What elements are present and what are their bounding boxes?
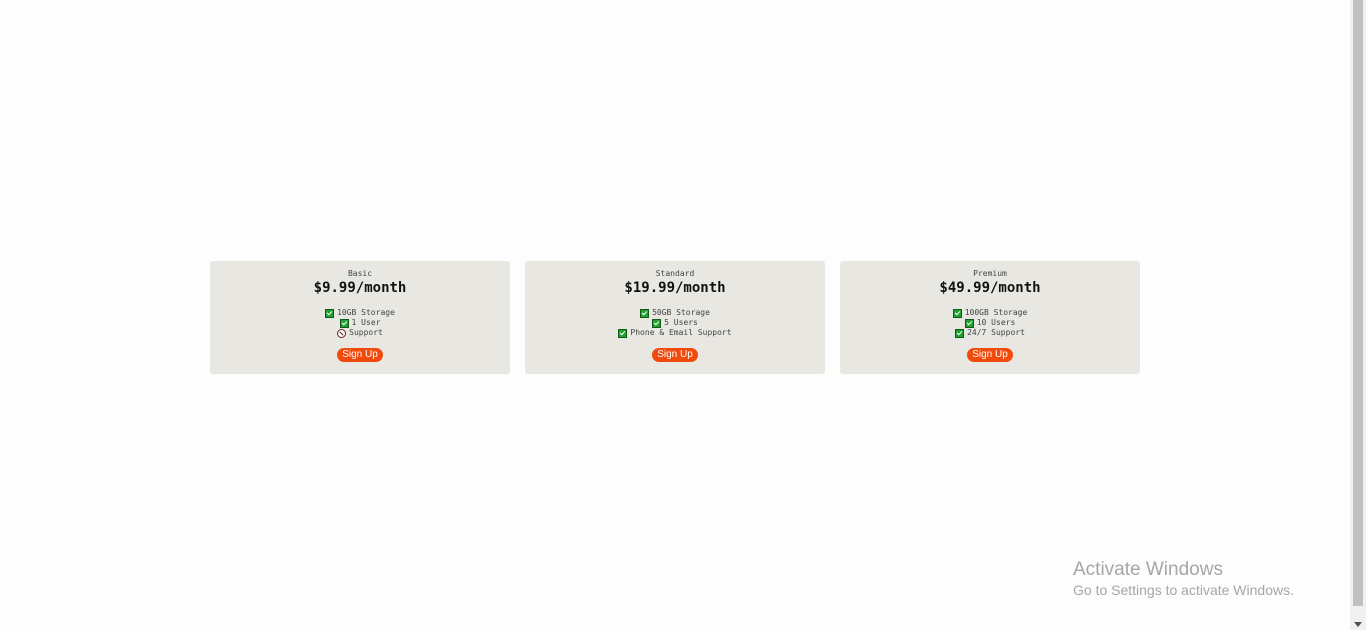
plan-name: Basic xyxy=(347,269,373,278)
check-icon xyxy=(325,308,335,318)
feature-item: Support xyxy=(210,328,510,338)
feature-item: 5 Users xyxy=(525,318,825,328)
check-icon xyxy=(339,318,349,328)
feature-list: 50GB Storage 5 Users Phone & Email Suppo… xyxy=(525,308,825,338)
feature-item: 1 User xyxy=(210,318,510,328)
check-icon xyxy=(652,318,662,328)
activate-windows-watermark: Activate Windows Go to Settings to activ… xyxy=(1073,558,1294,599)
feature-label: 100GB Storage xyxy=(964,308,1028,317)
check-icon xyxy=(964,318,974,328)
feature-item: 10 Users xyxy=(840,318,1140,328)
check-icon xyxy=(955,328,965,338)
scrollbar-thumb[interactable] xyxy=(1353,0,1363,606)
plan-name: Standard xyxy=(655,269,695,278)
feature-label: 10 Users xyxy=(976,318,1016,327)
page: Basic $9.99/month 10GB Storage 1 User Su… xyxy=(0,0,1366,630)
feature-label: 10GB Storage xyxy=(337,308,395,317)
plan-price: $9.99/month xyxy=(313,280,407,296)
feature-item: 24/7 Support xyxy=(840,328,1140,338)
feature-item: 10GB Storage xyxy=(210,308,510,318)
feature-label: 24/7 Support xyxy=(967,328,1025,337)
pricing-cards: Basic $9.99/month 10GB Storage 1 User Su… xyxy=(210,261,1140,374)
plan-price: $19.99/month xyxy=(624,280,726,296)
sign-up-button[interactable]: Sign Up xyxy=(967,348,1013,362)
sign-up-button[interactable]: Sign Up xyxy=(652,348,698,362)
feature-list: 10GB Storage 1 User Support xyxy=(210,308,510,338)
check-icon xyxy=(952,308,962,318)
feature-item: 100GB Storage xyxy=(840,308,1140,318)
scroll-down-arrow-icon[interactable] xyxy=(1354,622,1362,627)
feature-label: 5 Users xyxy=(664,318,698,327)
feature-label: Support xyxy=(349,328,383,337)
feature-label: Phone & Email Support xyxy=(630,328,732,337)
plan-name: Premium xyxy=(973,269,1007,278)
feature-label: 1 User xyxy=(351,318,381,327)
feature-list: 100GB Storage 10 Users 24/7 Support xyxy=(840,308,1140,338)
watermark-subtitle: Go to Settings to activate Windows. xyxy=(1073,582,1294,598)
feature-item: 50GB Storage xyxy=(525,308,825,318)
feature-label: 50GB Storage xyxy=(652,308,710,317)
plan-price: $49.99/month xyxy=(939,280,1041,296)
pricing-card-standard: Standard $19.99/month 50GB Storage 5 Use… xyxy=(525,261,825,374)
pricing-card-premium: Premium $49.99/month 100GB Storage 10 Us… xyxy=(840,261,1140,374)
pricing-card-basic: Basic $9.99/month 10GB Storage 1 User Su… xyxy=(210,261,510,374)
cross-icon xyxy=(337,328,347,338)
check-icon xyxy=(640,308,650,318)
feature-item: Phone & Email Support xyxy=(525,328,825,338)
sign-up-button[interactable]: Sign Up xyxy=(337,348,383,362)
check-icon xyxy=(618,328,628,338)
vertical-scrollbar[interactable] xyxy=(1350,0,1366,630)
watermark-title: Activate Windows xyxy=(1073,559,1223,580)
